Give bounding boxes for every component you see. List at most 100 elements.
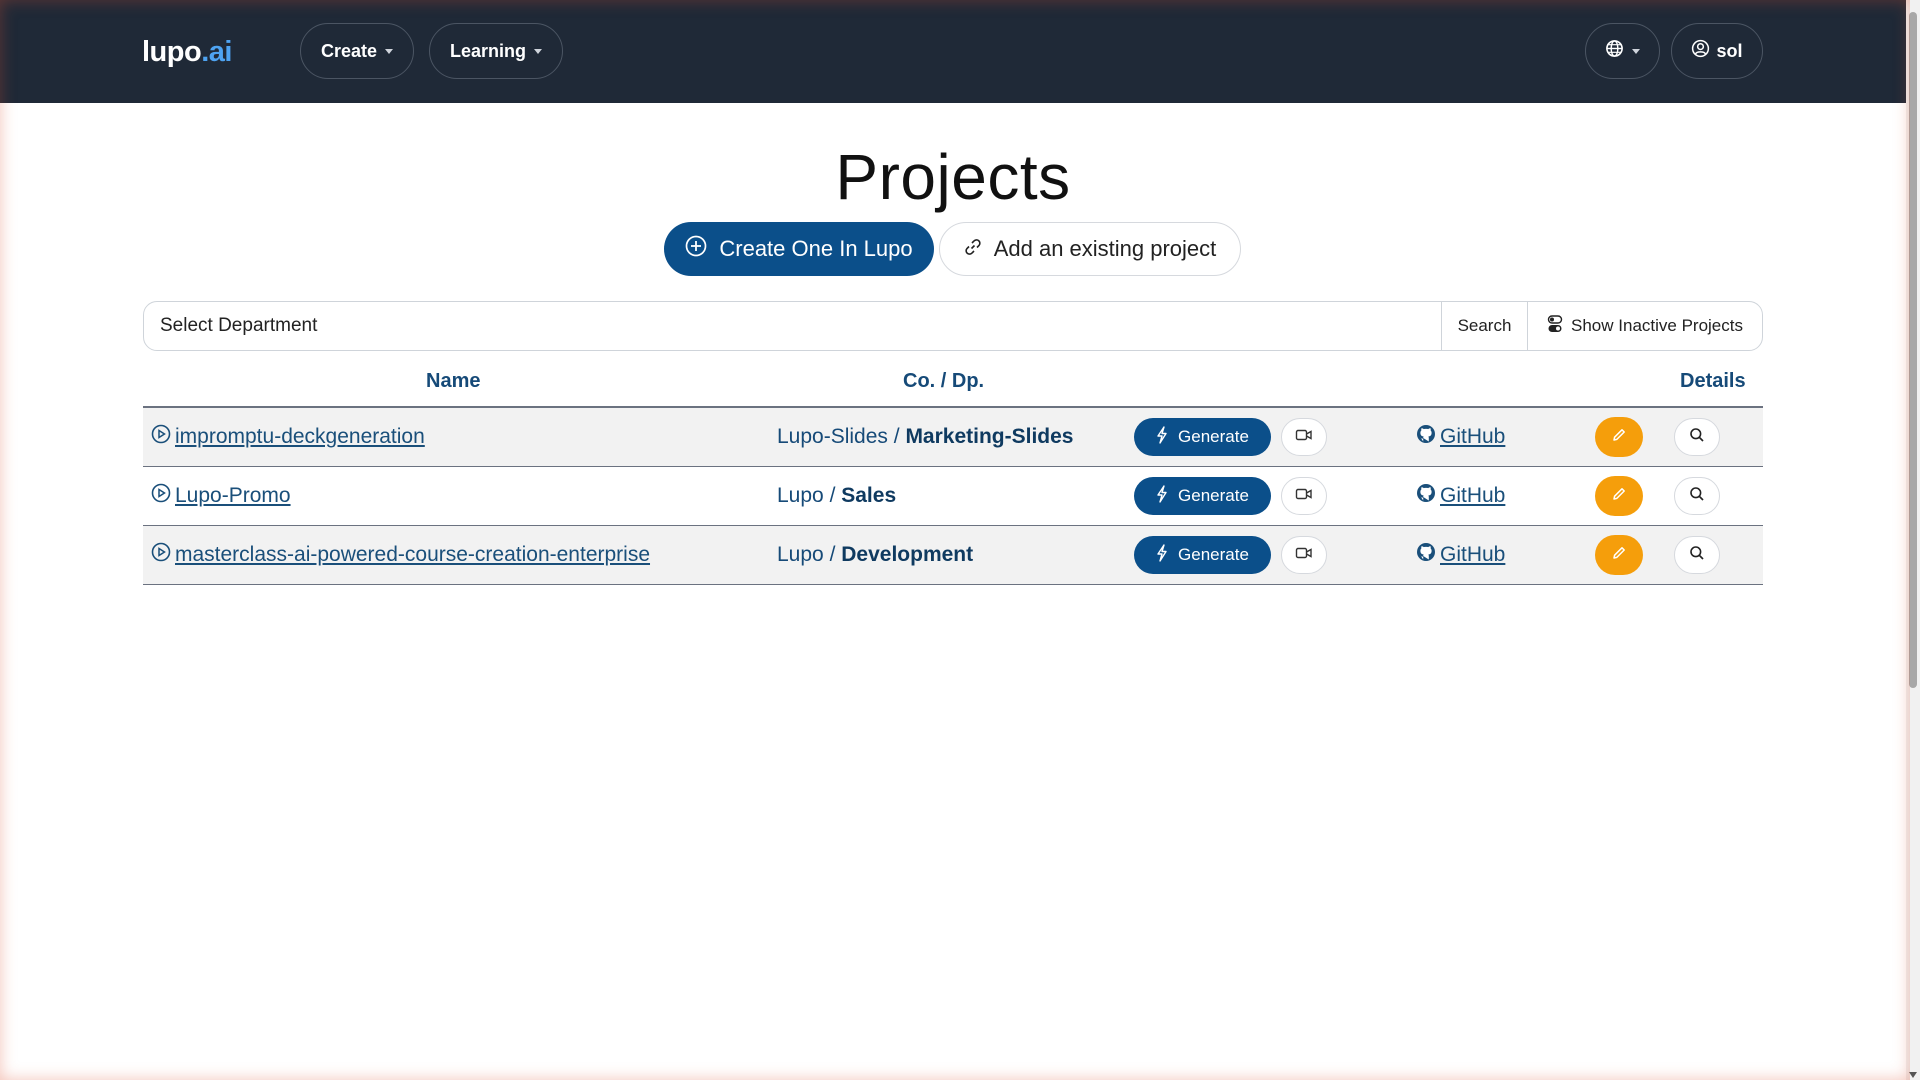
user-circle-icon [1691,39,1710,63]
table-header: Name Co. / Dp. Details [143,360,1763,408]
edit-button[interactable] [1595,476,1643,516]
lightning-icon [1156,484,1168,508]
play-circle-icon [151,542,171,568]
github-link[interactable]: GitHub [1416,483,1505,509]
video-button[interactable] [1281,477,1327,515]
co-dp-separator: / [893,425,900,448]
project-name: masterclass-ai-powered-course-creation-e… [175,543,651,566]
company-name: Lupo [777,543,824,566]
department-name: Marketing-Slides [905,425,1074,448]
chevron-down-icon [534,48,542,54]
scrollbar-thumb[interactable] [1909,12,1917,688]
add-existing-project-label: Add an existing project [993,236,1217,261]
filter-bar: Select Department Search Show Inactive P… [143,301,1763,351]
company-name: Lupo [777,484,824,507]
project-name-link[interactable]: impromptu-deckgeneration [151,424,425,450]
search-icon [1689,427,1705,448]
page-title: Projects [835,141,1071,213]
language-menu-button[interactable] [1585,23,1660,79]
github-icon [1416,542,1436,568]
brand-suffix: .ai [201,36,232,68]
generate-button[interactable]: Generate [1134,418,1271,456]
projects-table: Name Co. / Dp. Details impromptu-deckgen… [143,360,1763,585]
github-icon [1416,483,1436,509]
details-button[interactable] [1674,418,1720,456]
user-name: sol [1716,40,1743,61]
top-navbar: lupo.ai Create Learning sol [0,0,1906,103]
video-camera-icon [1295,428,1313,447]
co-dp-separator: / [829,484,836,507]
chevron-down-icon [1632,48,1640,54]
video-camera-icon [1295,487,1313,506]
play-circle-icon [151,483,171,509]
plus-circle-icon [685,235,707,263]
show-inactive-toggle[interactable]: Show Inactive Projects [1527,302,1762,350]
search-icon [1689,545,1705,566]
create-menu-button[interactable]: Create [300,23,414,79]
project-name-link[interactable]: Lupo-Promo [151,483,291,509]
table-row: Lupo-Promo Lupo / Sales Generate GitHub [143,467,1763,526]
brand-logo[interactable]: lupo.ai [142,36,232,69]
search-icon [1689,486,1705,507]
github-label: GitHub [1440,484,1506,507]
table-row: masterclass-ai-powered-course-creation-e… [143,526,1763,585]
github-link[interactable]: GitHub [1416,542,1505,568]
github-label: GitHub [1440,425,1506,448]
department-select[interactable]: Select Department [144,302,1441,350]
link-icon [964,236,982,262]
github-link[interactable]: GitHub [1416,424,1505,450]
details-button[interactable] [1674,477,1720,515]
github-label: GitHub [1440,543,1506,566]
learning-menu-label: Learning [449,40,526,61]
company-department: Lupo / Development [777,526,973,584]
create-project-label: Create One In Lupo [719,236,913,261]
brand-name: lupo [142,36,202,68]
project-name-link[interactable]: masterclass-ai-powered-course-creation-e… [151,542,650,568]
user-menu-button[interactable]: sol [1671,23,1763,79]
toggle-icon [1547,314,1563,338]
page-scrollbar[interactable] [1906,0,1920,1080]
show-inactive-label: Show Inactive Projects [1571,316,1743,335]
generate-button[interactable]: Generate [1134,536,1271,574]
department-name: Development [841,543,974,566]
chevron-down-icon [385,48,394,54]
project-name: impromptu-deckgeneration [175,425,425,448]
search-button[interactable]: Search [1441,302,1527,350]
department-select-placeholder: Select Department [160,315,318,336]
table-row: impromptu-deckgeneration Lupo-Slides / M… [143,408,1763,467]
column-header-details: Details [1680,370,1746,392]
video-button[interactable] [1281,418,1327,456]
lightning-icon [1156,543,1168,567]
pencil-icon [1611,545,1627,566]
co-dp-separator: / [829,543,836,566]
play-circle-icon [151,424,171,450]
learning-menu-button[interactable]: Learning [429,23,563,79]
pencil-icon [1611,486,1627,507]
company-department: Lupo / Sales [777,467,896,525]
create-project-button[interactable]: Create One In Lupo [664,222,934,276]
generate-label: Generate [1178,486,1249,505]
lightning-icon [1156,425,1168,449]
generate-label: Generate [1178,545,1249,564]
project-name: Lupo-Promo [175,484,291,507]
video-button[interactable] [1281,536,1327,574]
globe-icon [1605,39,1624,63]
column-header-name: Name [426,370,481,392]
details-button[interactable] [1674,536,1720,574]
company-name: Lupo-Slides [777,425,888,448]
add-existing-project-button[interactable]: Add an existing project [939,222,1241,276]
github-icon [1416,424,1436,450]
video-camera-icon [1295,546,1313,565]
table-body: impromptu-deckgeneration Lupo-Slides / M… [143,408,1763,585]
edit-button[interactable] [1595,535,1643,575]
company-department: Lupo-Slides / Marketing-Slides [777,408,1073,466]
pencil-icon [1611,427,1627,448]
generate-button[interactable]: Generate [1134,477,1271,515]
scroll-down-arrow-icon[interactable] [1909,1072,1917,1078]
column-header-co-dp: Co. / Dp. [903,370,985,392]
create-menu-label: Create [320,40,378,61]
department-name: Sales [841,484,897,507]
generate-label: Generate [1178,427,1249,446]
search-button-label: Search [1457,316,1512,335]
edit-button[interactable] [1595,417,1643,457]
